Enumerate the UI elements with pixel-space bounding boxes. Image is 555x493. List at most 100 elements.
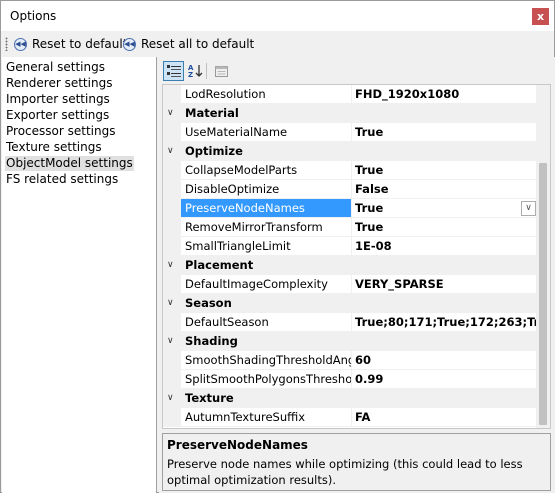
property-name[interactable]: UseMaterialName bbox=[181, 123, 351, 142]
property-value[interactable]: 0.99 bbox=[351, 370, 538, 389]
reset-all-icon: ◀◀ bbox=[123, 37, 136, 51]
property-row[interactable]: RemoveMirrorTransform True bbox=[163, 218, 538, 237]
property-name[interactable]: SmallTriangleLimit bbox=[181, 237, 351, 256]
sidebar-item-renderer[interactable]: Renderer settings bbox=[6, 76, 112, 91]
property-value[interactable]: True bbox=[351, 123, 538, 142]
property-row[interactable]: SplitSmoothPolygonsThreshol 0.99 bbox=[163, 370, 538, 389]
reset-all-to-default-label: Reset all to default bbox=[141, 37, 255, 51]
property-pages-button[interactable] bbox=[211, 61, 232, 81]
sidebar-item-processor[interactable]: Processor settings bbox=[6, 124, 115, 139]
property-name[interactable]: DefaultImageComplexity bbox=[181, 275, 351, 294]
property-name[interactable]: DefaultSeason bbox=[181, 313, 351, 332]
category-row[interactable]: ∨ Shading bbox=[163, 332, 538, 351]
row-gutter bbox=[163, 161, 181, 180]
property-name[interactable]: AutumnTextureSuffix bbox=[181, 408, 351, 427]
toolbar-separator bbox=[206, 63, 207, 79]
category-label: Season bbox=[185, 296, 232, 310]
description-title: PreserveNodeNames bbox=[167, 438, 308, 452]
category-row[interactable]: ∨ Optimize bbox=[163, 142, 538, 161]
reset-all-to-default-button[interactable]: ◀◀ Reset all to default bbox=[123, 35, 254, 53]
collapse-chevron-icon[interactable]: ∨ bbox=[167, 389, 174, 408]
property-row[interactable]: CollapseModelParts True bbox=[163, 161, 538, 180]
category-row[interactable]: ∨ Season bbox=[163, 294, 538, 313]
collapse-chevron-icon[interactable]: ∨ bbox=[167, 332, 174, 351]
property-value[interactable]: FHD_1920x1080 bbox=[351, 85, 538, 104]
row-gutter bbox=[163, 218, 181, 237]
property-value[interactable]: VERY_SPARSE bbox=[351, 275, 538, 294]
property-name[interactable]: CollapseModelParts bbox=[181, 161, 351, 180]
row-gutter bbox=[163, 275, 181, 294]
property-value[interactable]: 1E-08 bbox=[351, 237, 538, 256]
property-value[interactable]: True bbox=[351, 199, 538, 218]
property-row[interactable]: AutumnTextureSuffix FA bbox=[163, 408, 538, 427]
toolbar-grip[interactable] bbox=[5, 37, 8, 51]
property-row[interactable]: PreserveNodeNames True ∨ bbox=[163, 199, 538, 218]
property-grid-toolbar: A Z bbox=[159, 57, 555, 84]
category-row[interactable]: ∨ Material bbox=[163, 104, 538, 123]
property-panel: A Z LodResolution FHD_1920x1080 ∨ Material U… bbox=[159, 57, 555, 493]
collapse-chevron-icon[interactable]: ∨ bbox=[167, 142, 174, 161]
vertical-scrollbar[interactable] bbox=[536, 85, 550, 428]
property-row[interactable]: DisableOptimize False bbox=[163, 180, 538, 199]
category-label: Shading bbox=[185, 334, 238, 348]
scrollbar-thumb[interactable] bbox=[539, 163, 547, 425]
category-row[interactable]: ∨ Placement bbox=[163, 256, 538, 275]
sidebar-item-general[interactable]: General settings bbox=[6, 60, 105, 75]
property-value[interactable]: 60 bbox=[351, 351, 538, 370]
property-pages-icon bbox=[215, 65, 228, 77]
row-gutter bbox=[163, 180, 181, 199]
category-label: Texture bbox=[185, 391, 234, 405]
sidebar-item-texture[interactable]: Texture settings bbox=[6, 140, 102, 155]
property-value[interactable]: True bbox=[351, 218, 538, 237]
collapse-chevron-icon[interactable]: ∨ bbox=[167, 256, 174, 275]
property-name[interactable]: DisableOptimize bbox=[181, 180, 351, 199]
property-value[interactable]: True;80;171;True;172;263;True;26 bbox=[351, 313, 538, 332]
category-label: Material bbox=[185, 106, 239, 120]
collapse-chevron-icon[interactable]: ∨ bbox=[167, 104, 174, 123]
row-gutter bbox=[163, 351, 181, 370]
property-value[interactable]: True bbox=[351, 161, 538, 180]
alphabetical-sort-button[interactable]: A Z bbox=[185, 61, 206, 81]
dropdown-chevron-icon[interactable]: ∨ bbox=[521, 201, 536, 216]
row-gutter bbox=[163, 408, 181, 427]
reset-to-default-button[interactable]: ◀◀ Reset to default bbox=[14, 35, 127, 53]
property-row[interactable]: DefaultImageComplexity VERY_SPARSE bbox=[163, 275, 538, 294]
row-gutter bbox=[163, 237, 181, 256]
options-window: Options x ◀◀ Reset to default ◀◀ Reset a… bbox=[0, 0, 555, 493]
property-name[interactable]: LodResolution bbox=[181, 85, 351, 104]
description-panel: PreserveNodeNames Preserve node names wh… bbox=[162, 433, 551, 491]
sidebar-item-exporter[interactable]: Exporter settings bbox=[6, 108, 109, 123]
sidebar-item-objectmodel[interactable]: ObjectModel settings bbox=[5, 156, 134, 171]
property-value[interactable]: False bbox=[351, 180, 538, 199]
property-name[interactable]: SplitSmoothPolygonsThreshol bbox=[181, 370, 351, 389]
toolbar: ◀◀ Reset to default ◀◀ Reset all to defa… bbox=[1, 32, 554, 56]
close-button[interactable]: x bbox=[532, 8, 549, 25]
title-bar: Options x bbox=[1, 1, 554, 31]
sidebar-item-importer[interactable]: Importer settings bbox=[6, 92, 110, 107]
property-name[interactable]: SmoothShadingThresholdAngl bbox=[181, 351, 351, 370]
category-row[interactable]: ∨ Texture bbox=[163, 389, 538, 408]
property-row[interactable]: SmallTriangleLimit 1E-08 bbox=[163, 237, 538, 256]
row-gutter bbox=[163, 199, 181, 218]
collapse-chevron-icon[interactable]: ∨ bbox=[167, 294, 174, 313]
reset-to-default-label: Reset to default bbox=[32, 37, 128, 51]
property-name[interactable]: PreserveNodeNames bbox=[181, 199, 351, 218]
property-row[interactable]: SmoothShadingThresholdAngl 60 bbox=[163, 351, 538, 370]
category-label: Optimize bbox=[185, 144, 243, 158]
property-value[interactable]: FA bbox=[351, 408, 538, 427]
property-name[interactable]: RemoveMirrorTransform bbox=[181, 218, 351, 237]
sidebar-item-fs-related[interactable]: FS related settings bbox=[6, 172, 118, 187]
row-gutter bbox=[163, 123, 181, 142]
property-row[interactable]: UseMaterialName True bbox=[163, 123, 538, 142]
row-gutter bbox=[163, 313, 181, 332]
alphabetical-sort-icon: A Z bbox=[188, 64, 202, 78]
categorized-view-button[interactable] bbox=[163, 61, 184, 81]
property-row[interactable]: LodResolution FHD_1920x1080 bbox=[163, 85, 538, 104]
property-grid: LodResolution FHD_1920x1080 ∨ Material UseMa… bbox=[162, 84, 551, 429]
categorized-view-icon bbox=[166, 65, 181, 77]
svg-text:Z: Z bbox=[188, 71, 193, 78]
property-row[interactable]: DefaultSeasonTrue;80;171;True;172;263;Tr… bbox=[163, 313, 538, 332]
description-text: Preserve node names while optimizing (th… bbox=[167, 457, 523, 487]
row-gutter bbox=[163, 370, 181, 389]
category-label: Placement bbox=[185, 258, 254, 272]
